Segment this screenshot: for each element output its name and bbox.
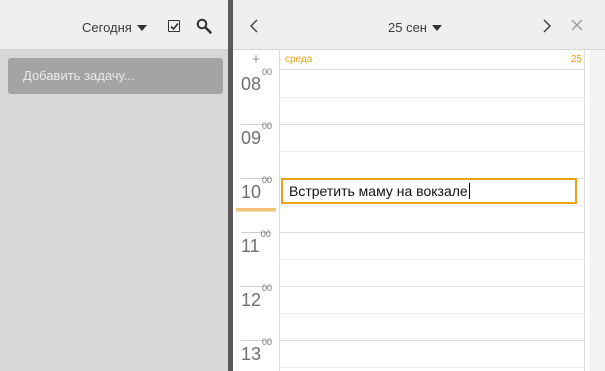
search-icon[interactable] (196, 18, 212, 34)
half-hour-line (279, 313, 585, 314)
filter-label: Сегодня (82, 19, 132, 35)
chevron-right-icon (543, 19, 552, 33)
date-dropdown[interactable]: 25 сен (388, 18, 442, 36)
next-day-button[interactable] (538, 16, 556, 36)
hour-label: 1000 (241, 175, 273, 202)
hour-line (279, 340, 585, 341)
day-number: 25 (570, 54, 582, 65)
hour-line (279, 124, 585, 125)
half-hour-line (279, 151, 585, 152)
plus-icon[interactable]: + (249, 52, 263, 68)
prev-day-button[interactable] (245, 16, 263, 36)
date-label: 25 сен (388, 19, 427, 35)
hour-label: 0800 (241, 67, 273, 94)
dropdown-arrow-icon (431, 24, 442, 31)
event-title-input[interactable]: Встретить маму на вокзале (281, 178, 577, 204)
half-hour-line (279, 259, 585, 260)
calendar-panel: 25 сен + среда 25 0800 0900 1000 1100 12… (233, 0, 605, 371)
close-icon[interactable] (570, 18, 584, 32)
dropdown-arrow-icon (136, 24, 147, 31)
hour-label: 0900 (241, 121, 273, 148)
hour-line (279, 232, 585, 233)
current-time-indicator (236, 208, 276, 212)
event-title-text: Встретить маму на вокзале (289, 183, 468, 199)
chevron-left-icon (249, 19, 258, 33)
hour-label: 1300 (241, 337, 273, 364)
hour-line (279, 286, 585, 287)
hour-label: 1100 (241, 229, 271, 256)
day-name: среда (285, 54, 313, 65)
grid-divider (279, 50, 280, 371)
tasks-toolbar: Сегодня (0, 0, 228, 50)
day-grid: + среда 25 0800 0900 1000 1100 1200 1300 (233, 50, 605, 371)
scrollbar[interactable] (589, 50, 605, 371)
calendar-header: 25 сен (233, 0, 605, 50)
text-caret (468, 183, 470, 199)
grid-divider (584, 50, 585, 371)
half-hour-line (279, 205, 585, 206)
tasks-panel: Сегодня Добавить задачу... (0, 0, 228, 371)
add-task-input[interactable]: Добавить задачу... (8, 58, 223, 94)
checkbox-icon[interactable] (168, 20, 180, 32)
day-header-row: среда 25 (279, 50, 585, 70)
hour-label: 1200 (241, 283, 273, 310)
half-hour-line (279, 367, 585, 368)
filter-dropdown[interactable]: Сегодня (82, 18, 147, 36)
half-hour-line (279, 97, 585, 98)
